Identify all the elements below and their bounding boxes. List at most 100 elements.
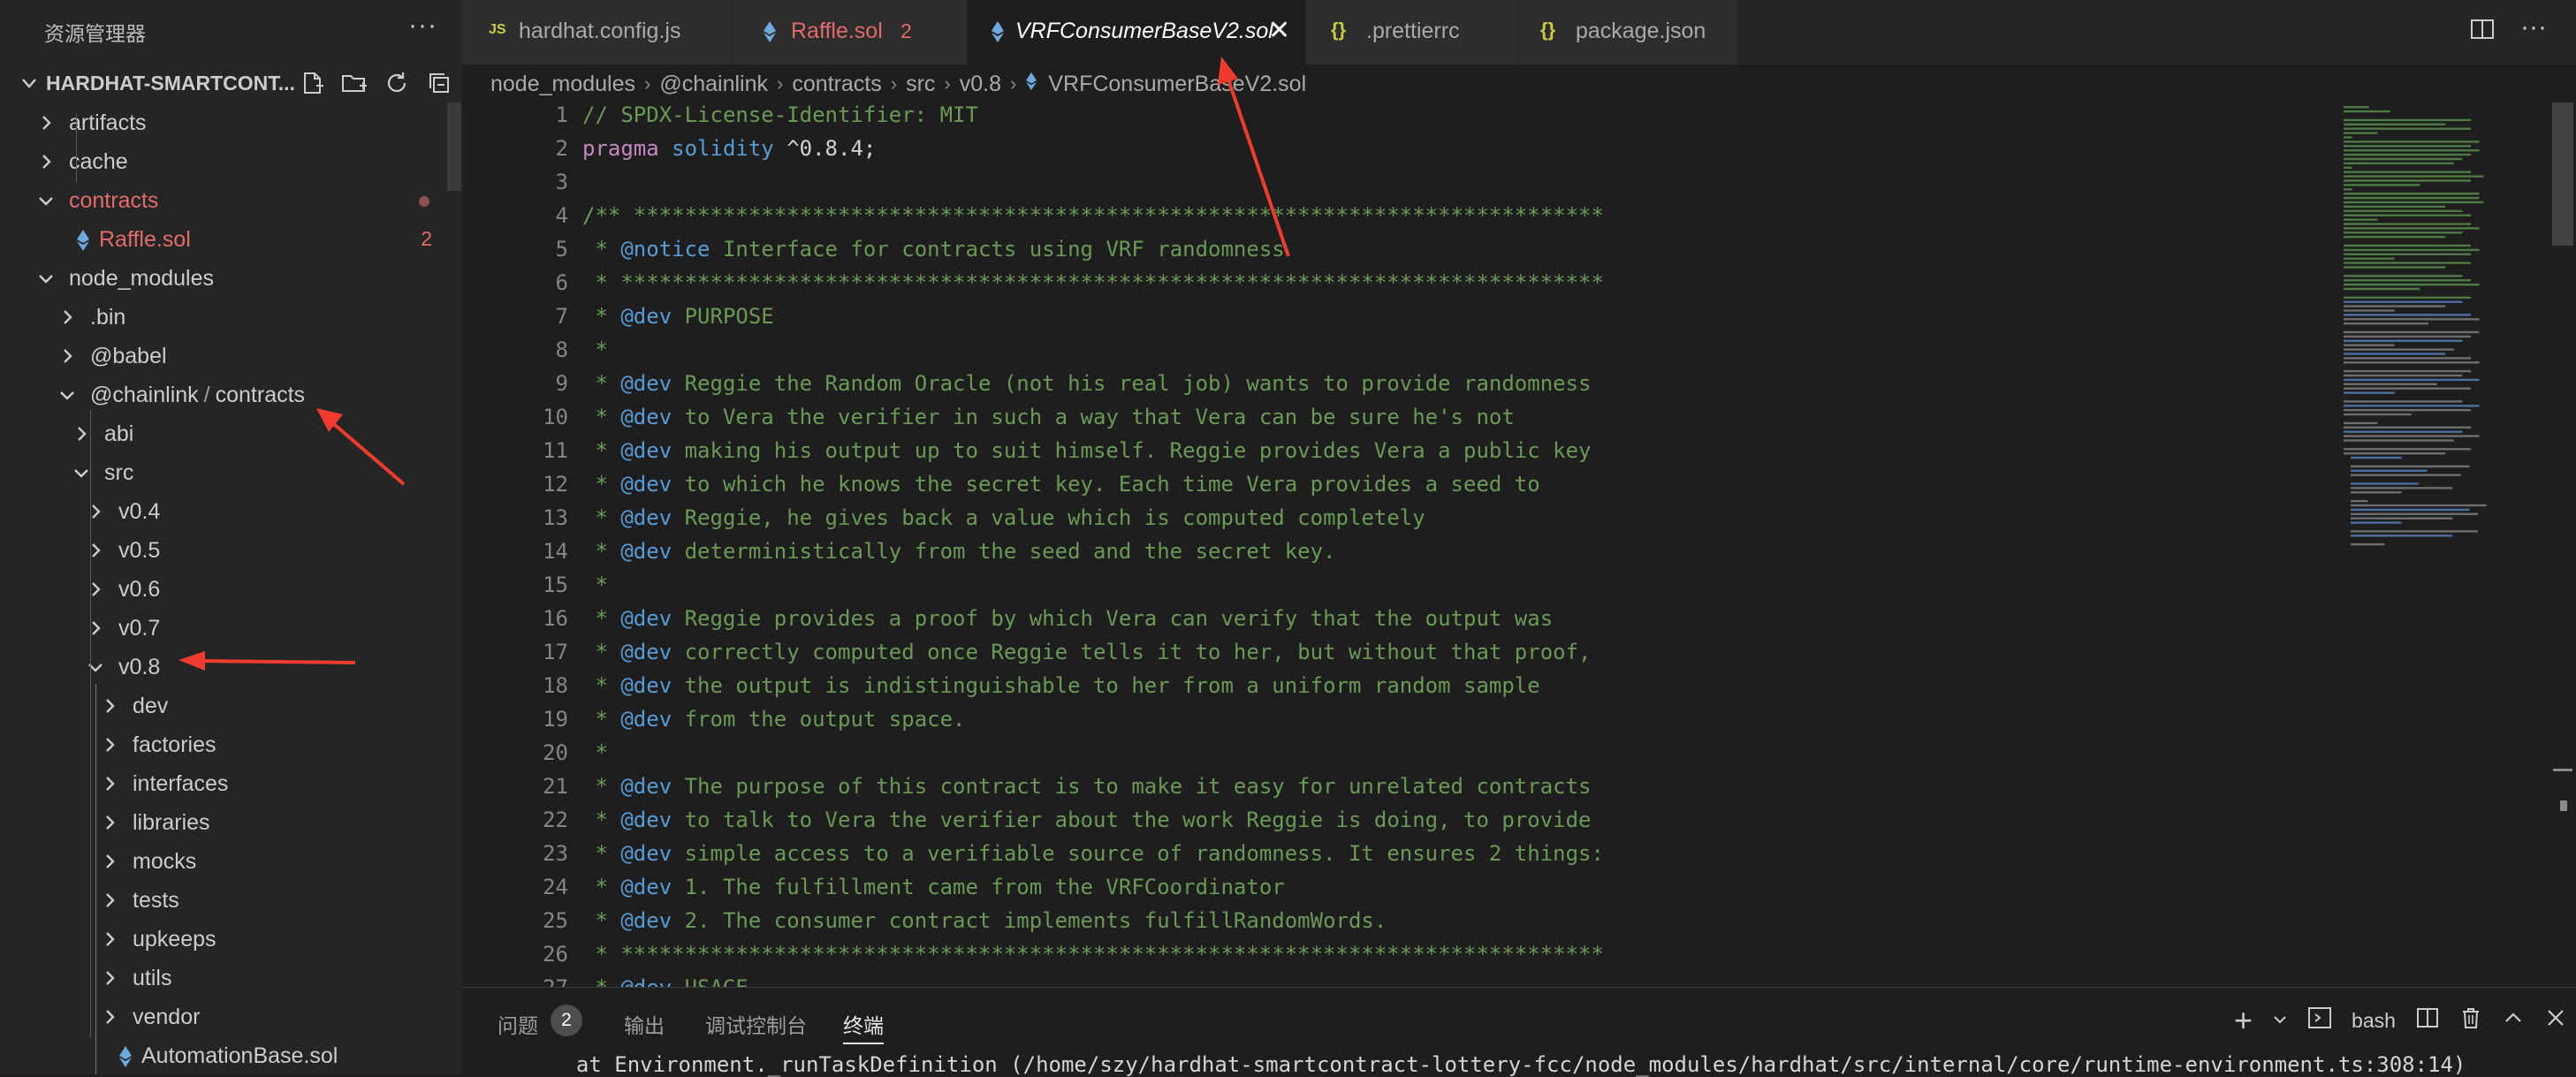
line-number: 8 [555,338,568,362]
minimap-line [2344,179,2471,182]
split-editor-icon[interactable] [2469,16,2496,47]
chevron-right-icon [85,618,106,643]
line-number: 26 [543,942,568,967]
more-actions-icon[interactable]: ··· [408,11,437,41]
collapse-all-icon[interactable] [424,68,454,98]
tree-file[interactable]: AutomationBase.sol [0,1037,462,1074]
add-terminal-icon[interactable]: + [2234,1005,2253,1036]
tree-item-label: upkeeps [133,927,217,952]
tree-folder[interactable]: v0.8 [0,648,462,687]
tab-debug-console[interactable]: 调试控制台 [705,1009,807,1039]
new-folder-icon[interactable] [339,68,369,98]
code-line: * @dev correctly computed once Reggie te… [582,640,1592,664]
project-name: HARDHAT-SMARTCONT... [46,72,295,95]
more-actions-icon[interactable]: ··· [2520,14,2547,47]
tree-folder[interactable]: @babel [0,338,462,376]
tree-item-label: @chainlink / contracts [90,383,306,407]
new-file-icon[interactable] [297,68,327,98]
chevron-right-icon [99,695,120,721]
tree-item-label: tests [133,888,179,913]
code-line: * @dev to which he knows the secret key.… [582,472,1540,497]
chevron-down-icon [35,190,57,216]
tree-folder[interactable]: contracts [0,182,462,221]
indent-guide [95,684,96,1074]
split-terminal-icon[interactable] [2415,1005,2440,1035]
code-line: * @dev Reggie the Random Oracle (not his… [582,371,1592,396]
line-number: 6 [555,270,568,295]
minimap-line [2351,542,2385,546]
tab-problems[interactable]: 问题 [498,1009,538,1039]
tree-folder[interactable]: factories [0,726,462,765]
tree-folder[interactable]: cache [0,143,462,182]
breadcrumb-item[interactable]: @chainlink [659,72,768,97]
chevron-right-icon: › [777,72,784,95]
tree-folder[interactable]: .bin [0,299,462,338]
minimap-line [2344,314,2471,316]
code-editor[interactable]: 1 // SPDX-License-Identifier: MIT 2 pragma … [462,102,2576,1000]
breadcrumb-item[interactable]: v0.8 [960,72,1001,97]
chevron-right-icon: › [890,72,898,95]
minimap-line [2351,487,2453,489]
tree-folder[interactable]: src [0,454,462,493]
tree-folder[interactable]: v0.4 [0,493,462,532]
minimap-line [2351,508,2470,512]
breadcrumb-item[interactable]: VRFConsumerBaseV2.sol [1048,72,1306,97]
minimap-line [2344,248,2480,252]
editor-scrollbar[interactable] [2552,102,2573,246]
minimap-line [2344,279,2471,282]
tree-folder[interactable]: interfaces [0,765,462,804]
close-icon[interactable]: ✕ [1268,15,1290,46]
shell-label[interactable]: bash [2352,1009,2396,1033]
tree-folder[interactable]: dev [0,687,462,726]
tab-package-json[interactable]: {} package.json [1519,0,1737,64]
tree-folder[interactable]: v0.7 [0,610,462,648]
tab-hardhat-config[interactable]: JS hardhat.config.js [462,0,733,64]
minimap-line [2344,149,2480,152]
tab-output[interactable]: 输出 [624,1009,665,1039]
minimap-line [2344,153,2471,156]
tab-prettierrc[interactable]: {} .prettierrc [1306,0,1519,64]
tree-folder[interactable]: @chainlink / contracts [0,376,462,415]
breadcrumb-item[interactable]: node_modules [490,72,635,97]
chevron-right-icon [99,1006,120,1032]
tree-folder[interactable]: vendor [0,998,462,1037]
breadcrumb-item[interactable]: src [906,72,935,97]
tree-item-label: node_modules [69,266,215,291]
tree-item-label: contracts [69,188,159,213]
tab-label: Raffle.sol [791,19,883,43]
tree-folder[interactable]: artifacts [0,104,462,143]
tab-vrfconsumerbasev2[interactable]: VRFConsumerBaseV2.sol ✕ [968,0,1306,64]
tab-raffle-sol[interactable]: Raffle.sol 2 [733,0,968,64]
chevron-right-icon [57,307,78,332]
breadcrumb-item[interactable]: contracts [792,72,881,97]
tree-folder[interactable]: node_modules [0,260,462,299]
editor-actions: ··· [2469,14,2547,47]
tab-terminal[interactable]: 终端 [843,1009,884,1039]
minimap-line [2344,448,2471,451]
project-header[interactable]: HARDHAT-SMARTCONT... [0,64,462,102]
tree-folder[interactable]: tests [0,882,462,921]
close-icon[interactable] [2544,1006,2567,1035]
tree-folder[interactable]: libraries [0,804,462,843]
chevron-down-icon[interactable] [2272,1009,2288,1033]
trash-icon[interactable] [2459,1005,2482,1035]
refresh-icon[interactable] [382,68,412,98]
minimap-line [2344,300,2463,303]
solidity-file-icon [1025,72,1037,97]
tree-item-label: abi [104,421,134,446]
tree-folder[interactable]: utils [0,959,462,998]
minimap-line [2344,257,2395,260]
tree-folder[interactable]: abi [0,415,462,454]
maximize-panel-icon[interactable] [2502,1006,2525,1035]
sidebar-scrollbar[interactable] [447,102,461,191]
tree-folder[interactable]: v0.6 [0,571,462,610]
tree-folder[interactable]: v0.5 [0,532,462,571]
bottom-panel: 问题 2 输出 调试控制台 终端 + bash at Environment._… [462,987,2576,1077]
indent-guide [90,488,91,643]
minimap-line [2344,236,2446,239]
tree-folder[interactable]: mocks [0,843,462,882]
tree-file[interactable]: Raffle.sol 2 [0,221,462,260]
line-number: 19 [543,707,568,732]
tree-folder[interactable]: upkeeps [0,921,462,959]
minimap[interactable] [2340,102,2549,571]
